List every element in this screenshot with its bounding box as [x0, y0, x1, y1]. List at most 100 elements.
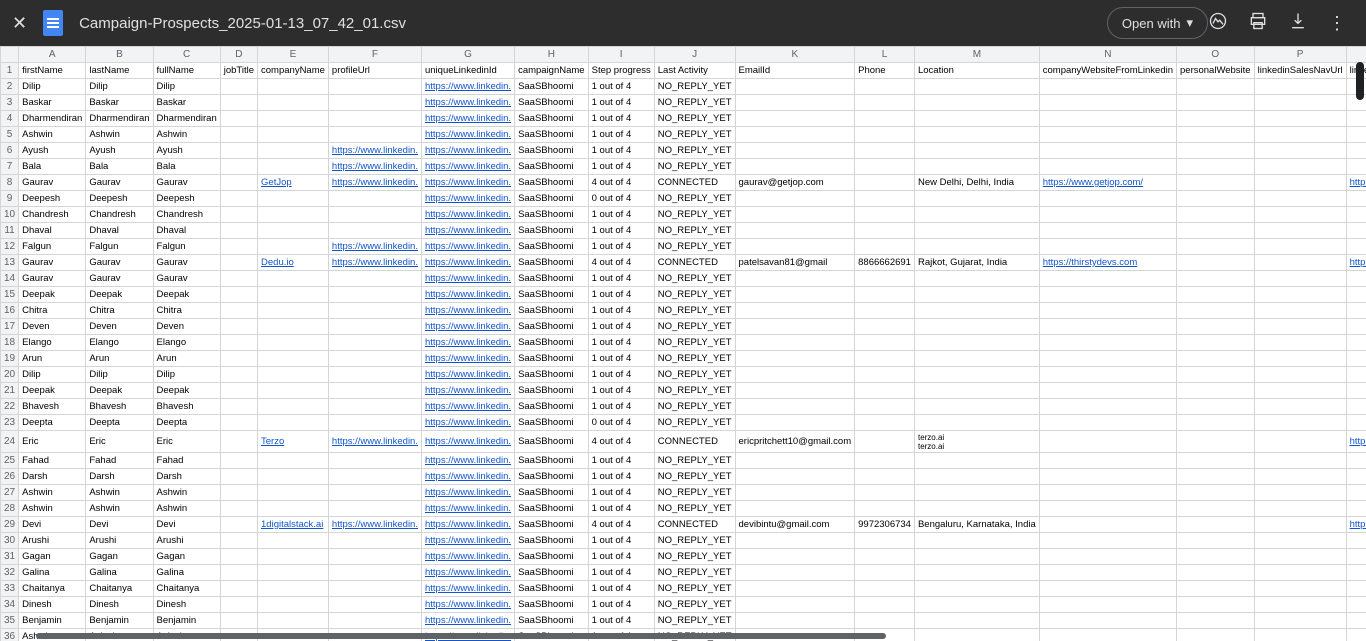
cell[interactable]: [1254, 597, 1346, 613]
cell[interactable]: [1177, 319, 1255, 335]
cell[interactable]: [220, 111, 257, 127]
cell[interactable]: [855, 367, 915, 383]
cell[interactable]: [1346, 319, 1366, 335]
cell[interactable]: NO_REPLY_YET: [654, 207, 735, 223]
cell[interactable]: ericpritchett10@gmail.com: [735, 431, 855, 453]
cell[interactable]: [1254, 111, 1346, 127]
row-header[interactable]: 25: [1, 453, 19, 469]
header-cell[interactable]: jobTitle: [220, 63, 257, 79]
cell[interactable]: [1177, 335, 1255, 351]
cell[interactable]: [735, 565, 855, 581]
cell[interactable]: Gaurav: [153, 175, 220, 191]
cell[interactable]: [1177, 111, 1255, 127]
cell[interactable]: 1 out of 4: [588, 79, 654, 95]
cell[interactable]: https://www.linkedin.: [421, 501, 514, 517]
cell[interactable]: [855, 95, 915, 111]
cell[interactable]: [220, 175, 257, 191]
cell[interactable]: [1039, 383, 1176, 399]
link[interactable]: https://www.linkedin.: [425, 321, 511, 332]
cell[interactable]: [258, 159, 329, 175]
cell[interactable]: [735, 613, 855, 629]
cell[interactable]: [1346, 597, 1366, 613]
cell[interactable]: [1039, 95, 1176, 111]
cell[interactable]: [1346, 287, 1366, 303]
cell[interactable]: [855, 319, 915, 335]
cell[interactable]: CONNECTED: [654, 175, 735, 191]
cell[interactable]: [735, 303, 855, 319]
row-header[interactable]: 14: [1, 271, 19, 287]
cell[interactable]: 1 out of 4: [588, 485, 654, 501]
cell[interactable]: Dilip: [153, 367, 220, 383]
row-header[interactable]: 5: [1, 127, 19, 143]
cell[interactable]: Dhaval: [86, 223, 153, 239]
cell[interactable]: [328, 565, 421, 581]
cell[interactable]: [914, 79, 1039, 95]
cell[interactable]: [1254, 255, 1346, 271]
cell[interactable]: [735, 501, 855, 517]
link[interactable]: https://www.linkedin.: [425, 209, 511, 220]
row-header[interactable]: 9: [1, 191, 19, 207]
cell[interactable]: [1346, 453, 1366, 469]
cell[interactable]: [1177, 581, 1255, 597]
cell[interactable]: Ashwin: [153, 127, 220, 143]
cell[interactable]: [220, 143, 257, 159]
cell[interactable]: SaaSBhoomi: [515, 239, 589, 255]
cell[interactable]: [220, 533, 257, 549]
cell[interactable]: Dinesh: [19, 597, 86, 613]
cell[interactable]: [328, 453, 421, 469]
cell[interactable]: [914, 469, 1039, 485]
cell[interactable]: Chaitanya: [153, 581, 220, 597]
cell[interactable]: https://www.linkedin.: [421, 469, 514, 485]
cell[interactable]: [258, 453, 329, 469]
row-header[interactable]: 10: [1, 207, 19, 223]
cell[interactable]: Dilip: [19, 79, 86, 95]
cell[interactable]: NO_REPLY_YET: [654, 367, 735, 383]
cell[interactable]: NO_REPLY_YET: [654, 111, 735, 127]
cell[interactable]: [1039, 79, 1176, 95]
cell[interactable]: Bhavesh: [86, 399, 153, 415]
cell[interactable]: Baskar: [153, 95, 220, 111]
cell[interactable]: Eric: [153, 431, 220, 453]
cell[interactable]: Gaurav: [19, 271, 86, 287]
header-cell[interactable]: lastName: [86, 63, 153, 79]
cell[interactable]: Ayush: [86, 143, 153, 159]
cell[interactable]: [1177, 207, 1255, 223]
cell[interactable]: SaaSBhoomi: [515, 469, 589, 485]
column-header[interactable]: H: [515, 47, 589, 63]
cell[interactable]: 1 out of 4: [588, 95, 654, 111]
cell[interactable]: [220, 271, 257, 287]
cell[interactable]: [1254, 533, 1346, 549]
cell[interactable]: [914, 613, 1039, 629]
link[interactable]: https://www.linkedin.: [332, 436, 418, 447]
cell[interactable]: [258, 287, 329, 303]
cell[interactable]: 1 out of 4: [588, 367, 654, 383]
cell[interactable]: [1039, 453, 1176, 469]
cell[interactable]: Arushi: [19, 533, 86, 549]
cell[interactable]: https://www.linkedin.: [421, 303, 514, 319]
cell[interactable]: Bhavesh: [153, 399, 220, 415]
cell[interactable]: https://www.linkedin.: [421, 383, 514, 399]
cell[interactable]: [220, 431, 257, 453]
cell[interactable]: gaurav@getjop.com: [735, 175, 855, 191]
cell[interactable]: [1346, 399, 1366, 415]
header-cell[interactable]: Step progress: [588, 63, 654, 79]
cell[interactable]: https://www.linkedin.: [421, 431, 514, 453]
cell[interactable]: [328, 383, 421, 399]
link[interactable]: https://www.linkedin.: [1350, 177, 1366, 188]
cell[interactable]: [220, 223, 257, 239]
cell[interactable]: [1254, 431, 1346, 453]
cell[interactable]: 1 out of 4: [588, 111, 654, 127]
cell[interactable]: [1177, 191, 1255, 207]
row-header[interactable]: 24: [1, 431, 19, 453]
cell[interactable]: SaaSBhoomi: [515, 367, 589, 383]
cell[interactable]: [855, 111, 915, 127]
cell[interactable]: Deepesh: [153, 191, 220, 207]
cell[interactable]: Galina: [86, 565, 153, 581]
cell[interactable]: [328, 271, 421, 287]
cell[interactable]: [1039, 239, 1176, 255]
cell[interactable]: SaaSBhoomi: [515, 255, 589, 271]
cell[interactable]: [855, 383, 915, 399]
cell[interactable]: [1254, 159, 1346, 175]
cell[interactable]: SaaSBhoomi: [515, 597, 589, 613]
link[interactable]: https://www.linkedin.: [425, 97, 511, 108]
